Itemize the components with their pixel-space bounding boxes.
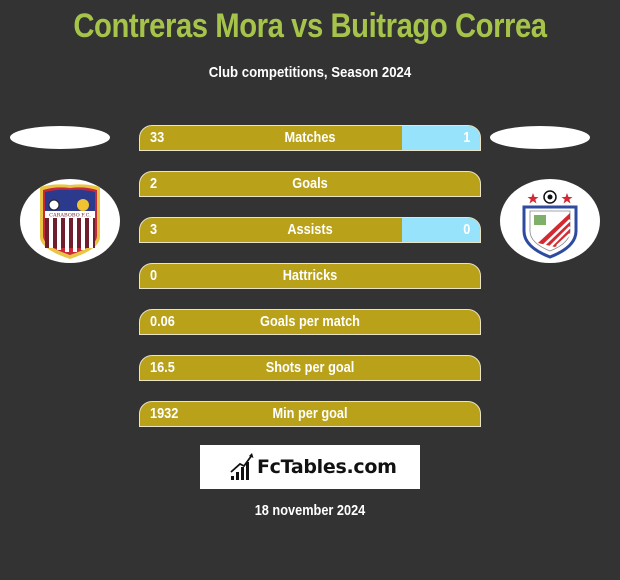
date-label: 18 november 2024 <box>254 502 366 519</box>
page-title: Contreras Mora vs Buitrago Correa <box>73 7 547 45</box>
stat-label: Assists <box>287 221 333 238</box>
competition-subtitle: Club competitions, Season 2024 <box>208 64 412 81</box>
left-player-oval <box>10 126 110 149</box>
stat-label: Shots per goal <box>265 359 355 376</box>
svg-text:CARABOBO F.C.: CARABOBO F.C. <box>49 213 91 219</box>
stat-row-goals: 2 Goals <box>139 171 481 197</box>
stat-row-hattricks: 0 Hattricks <box>139 263 481 289</box>
stat-label: Hattricks <box>282 267 338 284</box>
stat-row-min-per-goal: 1932 Min per goal <box>139 401 481 427</box>
stat-row-shots-per-goal: 16.5 Shots per goal <box>139 355 481 381</box>
stat-row-matches: 33 Matches 1 <box>139 125 481 151</box>
left-value: 2 <box>150 175 158 192</box>
carabobo-fc-crest-icon: CARABOBO F.C. <box>40 184 100 259</box>
left-value: 0 <box>150 267 158 284</box>
estudiantes-de-merida-crest-icon <box>522 190 578 259</box>
left-team-badge[interactable]: CARABOBO F.C. <box>20 179 120 263</box>
right-player-oval <box>490 126 590 149</box>
right-value: 1 <box>462 129 470 146</box>
stat-row-assists: 3 Assists 0 <box>139 217 481 243</box>
stat-label: Min per goal <box>272 405 348 422</box>
fctables-logo-text: FcTables.com <box>257 456 397 478</box>
stat-label: Matches <box>284 129 336 146</box>
bar-chart-trend-icon <box>230 453 254 480</box>
right-team-badge[interactable] <box>500 179 600 263</box>
fctables-logo[interactable]: FcTables.com <box>200 445 420 489</box>
left-value: 33 <box>150 129 165 146</box>
right-value: 0 <box>462 221 470 238</box>
stat-label: Goals per match <box>260 313 360 330</box>
left-value: 3 <box>150 221 158 238</box>
stat-label: Goals <box>292 175 328 192</box>
stat-row-goals-per-match: 0.06 Goals per match <box>139 309 481 335</box>
